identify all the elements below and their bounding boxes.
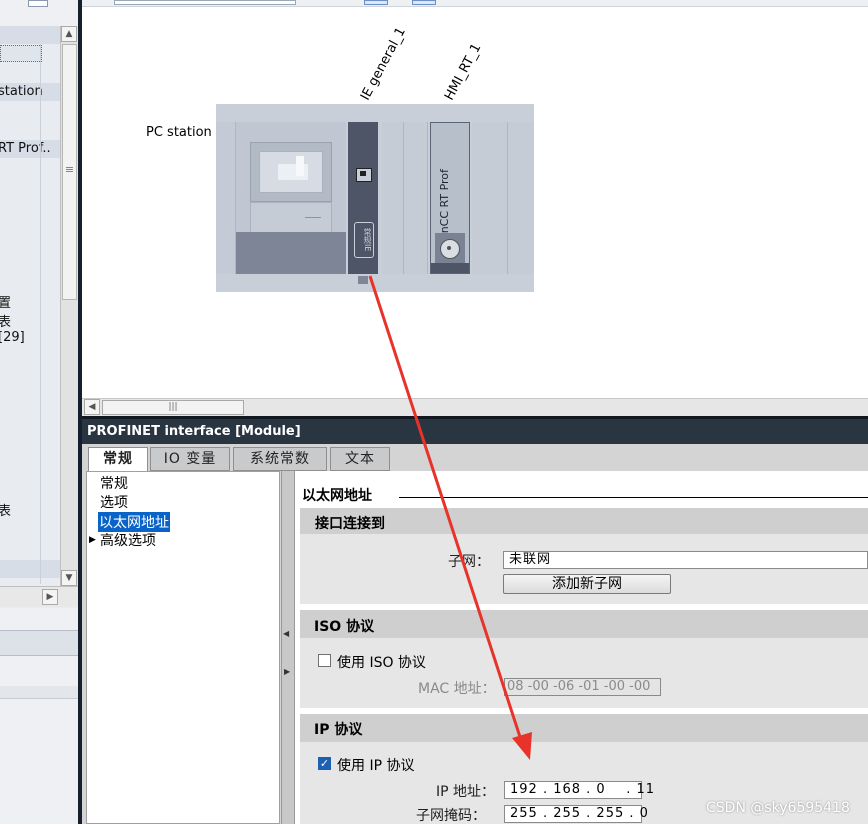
pc-base-icon	[250, 202, 332, 234]
ie-slot-text: 常规IE	[354, 222, 374, 258]
use-ip-label: 使用 IP 协议	[337, 758, 415, 774]
toolbar-dropdown[interactable]	[114, 0, 296, 5]
scroll-down-icon[interactable]: ▼	[61, 570, 77, 586]
station-label: PC station	[146, 125, 212, 140]
iso-section-body	[300, 638, 868, 708]
use-iso-checkbox[interactable]	[318, 654, 331, 667]
add-subnet-button[interactable]: 添加新子网	[503, 574, 671, 594]
iso-section-title: ISO 协议	[314, 619, 375, 635]
tree-header	[0, 26, 60, 44]
section-divider	[399, 497, 868, 498]
toolbar-toggle-icon[interactable]	[364, 0, 388, 5]
tree-horizontal-scrollbar[interactable]: ▶	[0, 586, 78, 607]
scroll-thumb[interactable]: ≡	[62, 44, 77, 300]
scroll-thumb[interactable]: |||	[102, 400, 244, 415]
mac-address-label: MAC 地址：	[418, 681, 496, 697]
tree-item-rt-prof[interactable]: RT Prof..	[0, 141, 51, 156]
properties-title: PROFINET interface [Module]	[87, 424, 301, 439]
network-connector-icon	[358, 276, 368, 284]
rack-slot	[382, 122, 404, 274]
subnet-field[interactable]: 未联网	[503, 551, 868, 569]
expand-arrow-icon[interactable]: ▶	[89, 535, 96, 545]
tree-item-2[interactable]: 表	[0, 311, 11, 330]
iso-section: ISO 协议 使用 ISO 协议 MAC 地址： 08 -00 -06 -01 …	[300, 610, 868, 708]
subnet-mask-label: 子网掩码：	[416, 808, 486, 824]
use-ip-checkbox[interactable]: ✓	[318, 757, 331, 770]
collapse-left-icon[interactable]: ◀	[283, 629, 289, 638]
wincc-module-footer	[431, 263, 469, 273]
tab-system-constants[interactable]: 系统常数	[233, 447, 327, 471]
rack-slot	[404, 122, 428, 274]
ip-section-title: IP 协议	[314, 722, 363, 738]
tab-general[interactable]: 常规	[88, 447, 148, 473]
interface-section: 接口连接到 子网： 未联网 添加新子网	[300, 508, 868, 604]
tree-item-station[interactable]: station	[0, 84, 43, 99]
pc-monitor-icon	[250, 142, 332, 202]
pc-module-bottom	[236, 232, 346, 274]
details-subheader	[0, 686, 78, 699]
pc-module[interactable]	[236, 122, 346, 274]
left-toolbar	[0, 0, 78, 27]
tree-item-1[interactable]: 置	[0, 292, 11, 311]
mac-address-field[interactable]: 08 -00 -06 -01 -00 -00	[504, 678, 661, 696]
tab-io-tags[interactable]: IO 变量	[150, 447, 230, 471]
use-iso-label: 使用 ISO 协议	[337, 655, 426, 671]
tab-texts[interactable]: 文本	[330, 447, 390, 471]
ethernet-port-icon	[356, 168, 372, 182]
interface-section-title: 接口连接到	[315, 516, 385, 532]
tree-item-4[interactable]: 表	[0, 500, 11, 519]
wincc-disc-icon	[435, 233, 465, 263]
pc-station-rack[interactable]: 常规IE WinCC RT Prof	[216, 104, 534, 292]
rack-slot	[216, 122, 236, 274]
watermark: CSDN @sky6595418	[706, 800, 850, 816]
tree-focus-row[interactable]	[0, 45, 42, 62]
subnet-mask-field[interactable]: 255 . 255 . 255 . 0	[504, 805, 648, 823]
details-header	[0, 630, 78, 656]
nav-item-options[interactable]: 选项	[100, 492, 128, 512]
scroll-left-icon[interactable]: ◀	[84, 399, 100, 415]
ie-general-module[interactable]: 常规IE	[348, 122, 378, 274]
nav-item-general[interactable]: 常规	[100, 473, 128, 493]
ip-address-label: IP 地址：	[436, 784, 496, 800]
device-view-toolbar	[82, 0, 868, 7]
ip-address-field[interactable]: 192 . 168 . 0 . 11	[504, 781, 654, 799]
rack-slot	[472, 122, 508, 274]
tree-column-divider	[40, 44, 41, 584]
nav-item-ethernet-address[interactable]: 以太网地址	[98, 512, 170, 532]
tree-row-band	[0, 560, 60, 578]
device-view-scrollbar[interactable]: ◀ |||	[82, 398, 868, 417]
scroll-up-icon[interactable]: ▲	[61, 26, 77, 42]
tree-vertical-scrollbar[interactable]: ▲ ≡ ▼	[60, 26, 79, 586]
details-pane	[0, 608, 78, 824]
nav-item-advanced-options[interactable]: 高级选项	[100, 530, 156, 550]
rack-slot	[508, 122, 534, 274]
properties-nav: 常规 选项 以太网地址 ▶ 高级选项	[86, 471, 280, 824]
subnet-label: 子网：	[448, 554, 490, 570]
nav-splitter[interactable]: ◀ ▶	[281, 471, 295, 824]
scroll-right-icon[interactable]: ▶	[42, 589, 58, 605]
collapse-right-icon[interactable]: ▶	[284, 667, 290, 676]
tree-item-3[interactable]: [29]	[0, 330, 25, 345]
toolbar-toggle-icon[interactable]	[412, 0, 436, 5]
ethernet-section-title: 以太网地址	[302, 488, 372, 504]
toolbar-button-icon[interactable]	[28, 0, 48, 7]
wincc-rt-module[interactable]: WinCC RT Prof	[430, 122, 470, 274]
properties-header: PROFINET interface [Module]	[82, 416, 868, 444]
